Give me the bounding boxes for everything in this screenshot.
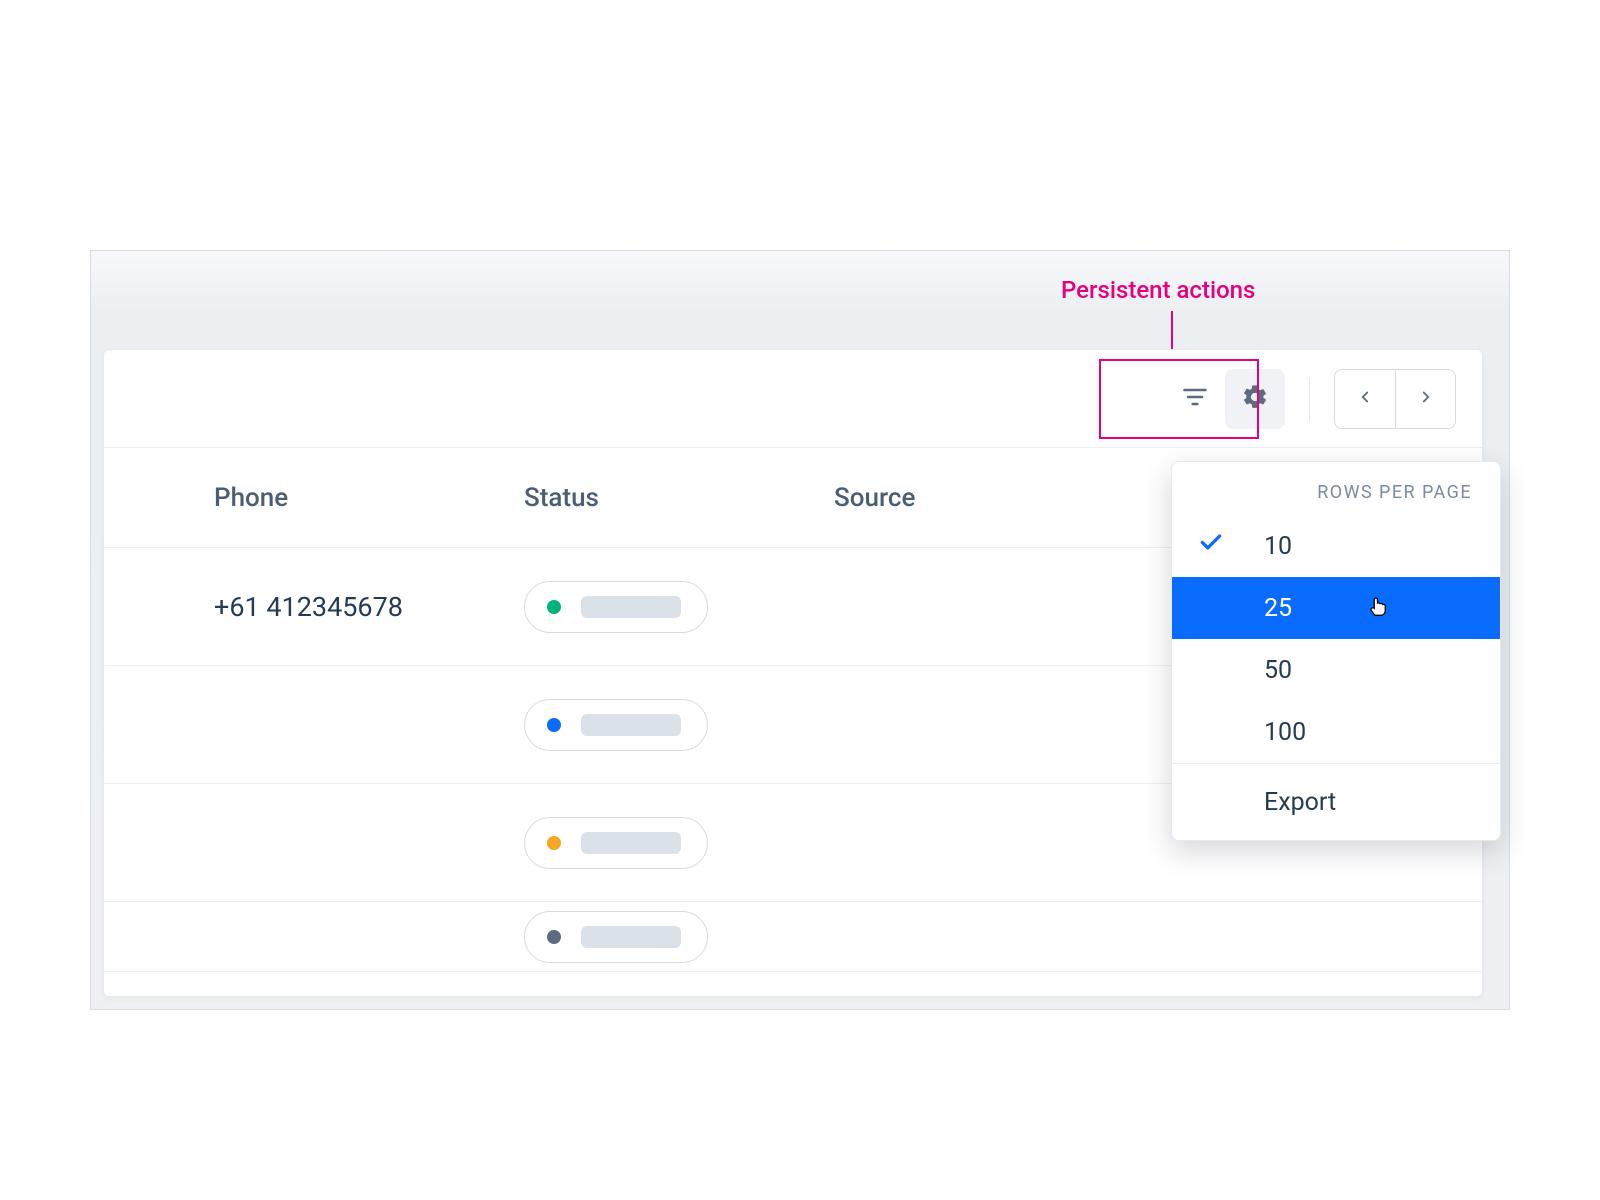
filter-icon [1181,383,1209,415]
popover-header: ROWS PER PAGE [1172,462,1500,515]
annotation-label: Persistent actions [1061,276,1255,304]
page-prev-button[interactable] [1335,370,1395,428]
table-row[interactable] [104,902,1482,972]
column-header-phone[interactable]: Phone [214,483,524,513]
skeleton-placeholder [581,596,681,618]
status-dot-icon [547,930,561,944]
status-pill [524,699,708,751]
table-toolbar [104,350,1482,448]
page-next-button[interactable] [1395,370,1455,428]
rows-per-page-option-10[interactable]: 10 [1172,515,1500,577]
column-header-source[interactable]: Source [834,483,1144,513]
pagination-group [1334,369,1456,429]
option-label: 100 [1264,718,1306,747]
skeleton-placeholder [581,926,681,948]
export-action[interactable]: Export [1172,764,1500,840]
rows-per-page-option-25[interactable]: 25 [1172,577,1500,639]
column-header-status[interactable]: Status [524,483,834,513]
settings-button[interactable] [1225,369,1285,429]
status-dot-icon [547,836,561,850]
status-pill [524,581,708,633]
persistent-actions-group [1165,369,1285,429]
skeleton-placeholder [581,714,681,736]
skeleton-placeholder [581,832,681,854]
option-label: 25 [1264,594,1292,623]
export-label: Export [1264,788,1336,817]
option-label: 10 [1264,532,1292,561]
check-icon [1198,530,1224,563]
status-pill [524,817,708,869]
cell-phone: +61 412345678 [214,591,403,623]
gear-icon [1241,383,1269,415]
status-pill [524,911,708,963]
filter-button[interactable] [1165,369,1225,429]
status-dot-icon [547,718,561,732]
toolbar-separator [1309,377,1310,421]
settings-popover: ROWS PER PAGE 10 25 50 100 Export [1171,461,1501,841]
rows-per-page-option-100[interactable]: 100 [1172,701,1500,763]
option-label: 50 [1264,656,1292,685]
example-frame: Persistent actions [90,250,1510,1010]
rows-per-page-option-50[interactable]: 50 [1172,639,1500,701]
pointer-cursor-icon [1366,592,1392,625]
chevron-right-icon [1417,388,1435,410]
status-dot-icon [547,600,561,614]
chevron-left-icon [1356,388,1374,410]
